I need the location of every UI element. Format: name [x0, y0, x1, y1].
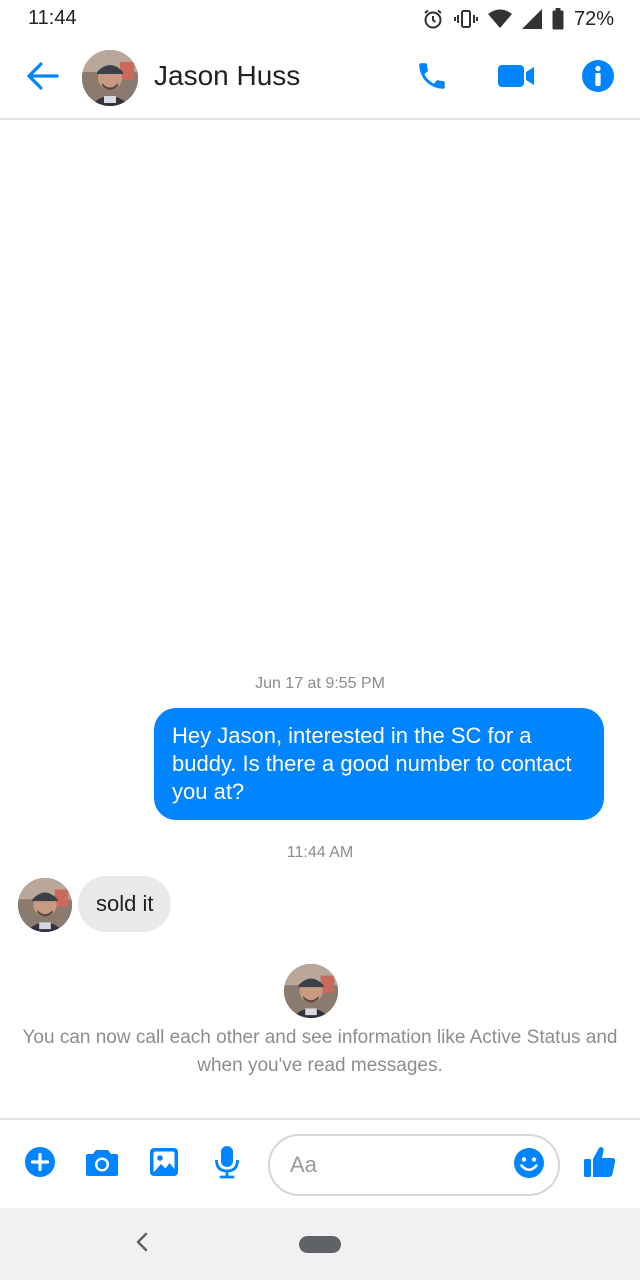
message-list[interactable]: Jun 17 at 9:55 PM Hey Jason, interested … [0, 122, 640, 1118]
voice-message-button[interactable] [207, 1144, 247, 1184]
conversation-info-button[interactable] [578, 58, 618, 98]
contact-avatar-small [284, 964, 338, 1018]
emoji-button[interactable] [512, 1147, 546, 1184]
more-actions-button[interactable] [20, 1144, 60, 1184]
phone-icon [415, 59, 449, 98]
status-icons: 72% [422, 6, 614, 32]
conversation-header: Jason Huss [0, 38, 640, 120]
send-like-button[interactable] [580, 1144, 620, 1184]
home-pill-button[interactable] [299, 1236, 341, 1253]
back-arrow-icon [25, 61, 59, 95]
contact-name[interactable]: Jason Huss [154, 60, 300, 92]
outgoing-message-bubble[interactable]: Hey Jason, interested in the SC for a bu… [154, 708, 604, 820]
message-input-field[interactable] [268, 1134, 560, 1196]
vibrate-icon [453, 8, 478, 30]
system-back-button[interactable] [128, 1230, 156, 1258]
connection-notice: You can now call each other and see info… [22, 1027, 618, 1076]
message-timestamp: Jun 17 at 9:55 PM [255, 675, 385, 692]
gallery-button[interactable] [144, 1144, 184, 1184]
back-button[interactable] [22, 58, 62, 98]
incoming-message-bubble[interactable]: sold it [78, 876, 172, 932]
status-bar: 11:44 72% [0, 0, 640, 38]
camera-button[interactable] [82, 1144, 122, 1184]
chevron-left-icon [134, 1232, 150, 1257]
system-navigation-bar [0, 1208, 640, 1280]
cell-signal-icon [521, 9, 542, 29]
video-call-button[interactable] [496, 58, 536, 98]
contact-avatar[interactable] [82, 50, 138, 106]
gallery-icon [149, 1147, 179, 1182]
battery-icon [552, 8, 564, 30]
message-composer [0, 1118, 640, 1206]
wifi-icon [487, 9, 512, 29]
message-input[interactable] [290, 1150, 500, 1180]
battery-percent: 72% [573, 7, 614, 30]
alarm-icon [422, 8, 444, 30]
video-camera-icon [497, 63, 535, 94]
camera-icon [85, 1147, 119, 1182]
sender-avatar[interactable] [18, 878, 72, 932]
status-time: 11:44 [28, 7, 77, 29]
plus-icon [24, 1146, 56, 1183]
thumbs-up-icon [583, 1145, 617, 1184]
emoji-icon [513, 1147, 545, 1184]
voice-call-button[interactable] [412, 58, 452, 98]
info-icon [581, 59, 615, 98]
microphone-icon [214, 1145, 240, 1184]
message-timestamp: 11:44 AM [286, 844, 354, 861]
